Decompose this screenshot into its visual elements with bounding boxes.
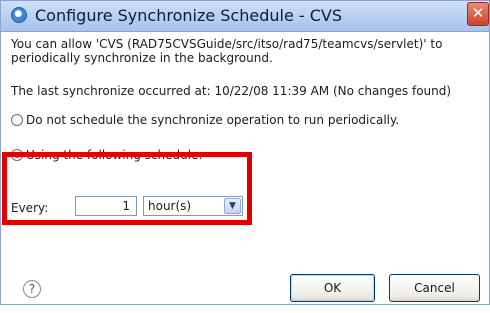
interval-unit-value: hour(s) bbox=[148, 199, 192, 213]
every-input[interactable]: 1 bbox=[75, 196, 137, 216]
window-title: Configure Synchronize Schedule - CVS bbox=[35, 6, 343, 25]
ok-button[interactable]: OK bbox=[290, 274, 375, 302]
configure-synchronize-dialog: Configure Synchronize Schedule - CVS ✕ Y… bbox=[0, 0, 490, 305]
every-label: Every: bbox=[11, 201, 49, 215]
synchronize-icon bbox=[11, 7, 27, 23]
title-bar[interactable]: Configure Synchronize Schedule - CVS ✕ bbox=[1, 1, 489, 32]
chevron-down-icon[interactable]: ▼ bbox=[224, 198, 241, 214]
no-schedule-radio[interactable] bbox=[11, 114, 23, 126]
no-schedule-label: Do not schedule the synchronize operatio… bbox=[26, 113, 400, 127]
description-text: You can allow 'CVS (RAD75CVSGuide/src/it… bbox=[11, 37, 481, 65]
close-button[interactable]: ✕ bbox=[467, 2, 489, 26]
last-sync-text: The last synchronize occurred at: 10/22/… bbox=[11, 84, 452, 98]
cancel-button[interactable]: Cancel bbox=[389, 274, 480, 302]
help-icon[interactable]: ? bbox=[23, 280, 41, 298]
interval-unit-select[interactable]: hour(s) ▼ bbox=[143, 196, 243, 216]
description-line-2: periodically synchronize in the backgrou… bbox=[11, 51, 273, 65]
option-no-schedule[interactable]: Do not schedule the synchronize operatio… bbox=[11, 113, 399, 127]
description-line-1: You can allow 'CVS (RAD75CVSGuide/src/it… bbox=[11, 37, 443, 51]
